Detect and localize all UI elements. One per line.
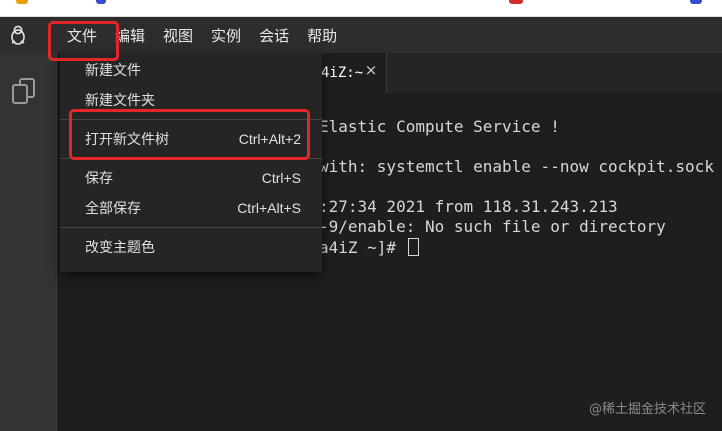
menu-item-label: 全部保存 — [85, 201, 141, 217]
menu-item-shortcut: Ctrl+S — [261, 170, 301, 186]
menu-separator — [60, 119, 322, 120]
file-dropdown-menu: 新建文件 新建文件夹 打开新文件树 Ctrl+Alt+2 保存 Ctrl+S 全… — [60, 53, 322, 272]
copy-files-icon[interactable] — [9, 75, 41, 107]
menu-item-label: 新建文件 — [85, 63, 141, 79]
terminal-prompt-line: a4iZ ~]# — [319, 238, 419, 257]
menu-item-new-folder[interactable]: 新建文件夹 — [60, 85, 322, 115]
browser-top-strip — [0, 0, 722, 17]
terminal-line: :27:34 2021 from 118.31.243.213 — [319, 197, 618, 216]
tab-title: 4iZ:~ — [321, 65, 364, 81]
menubar: 文件 编辑 视图 实例 会话 帮助 — [0, 17, 722, 53]
menu-view[interactable]: 视图 — [154, 17, 202, 53]
terminal-cursor — [407, 238, 419, 256]
menu-item-label: 改变主题色 — [85, 240, 155, 256]
menu-item-save-all[interactable]: 全部保存 Ctrl+Alt+S — [60, 193, 322, 223]
menu-file[interactable]: 文件 — [58, 17, 106, 53]
terminal-prompt: a4iZ ~]# — [319, 238, 406, 257]
menu-item-label: 打开新文件树 — [85, 132, 169, 148]
top-mark — [509, 0, 523, 4]
menu-item-open-file-tree[interactable]: 打开新文件树 Ctrl+Alt+2 — [60, 124, 322, 154]
top-mark — [16, 0, 28, 4]
top-mark — [690, 0, 702, 4]
menu-separator — [60, 158, 322, 159]
menu-item-save[interactable]: 保存 Ctrl+S — [60, 163, 322, 193]
menu-session[interactable]: 会话 — [250, 17, 298, 53]
close-icon[interactable]: × — [363, 62, 379, 78]
activity-bar — [0, 53, 56, 431]
watermark: @稀土掘金技术社区 — [588, 402, 706, 417]
terminal-line: -9/enable: No such file or directory — [319, 217, 666, 236]
menu-separator — [60, 227, 322, 228]
menu-item-change-theme[interactable]: 改变主题色 — [60, 232, 322, 262]
menu-item-shortcut: Ctrl+Alt+S — [237, 200, 301, 216]
top-mark — [96, 0, 106, 4]
menu-item-new-file[interactable]: 新建文件 — [60, 55, 322, 85]
terminal-line: Elastic Compute Service ! — [319, 117, 560, 136]
app-window: 文件 编辑 视图 实例 会话 帮助 4iZ:~ × Elastic Comput… — [0, 0, 722, 431]
menu-instance[interactable]: 实例 — [202, 17, 250, 53]
menu-item-label: 新建文件夹 — [85, 93, 155, 109]
terminal-line: with: systemctl enable --now cockpit.soc… — [319, 157, 714, 176]
penguin-icon[interactable] — [0, 17, 36, 53]
menu-item-shortcut: Ctrl+Alt+2 — [238, 131, 301, 147]
menu-item-label: 保存 — [85, 171, 113, 187]
menu-edit[interactable]: 编辑 — [106, 17, 154, 53]
menu-help[interactable]: 帮助 — [298, 17, 346, 53]
